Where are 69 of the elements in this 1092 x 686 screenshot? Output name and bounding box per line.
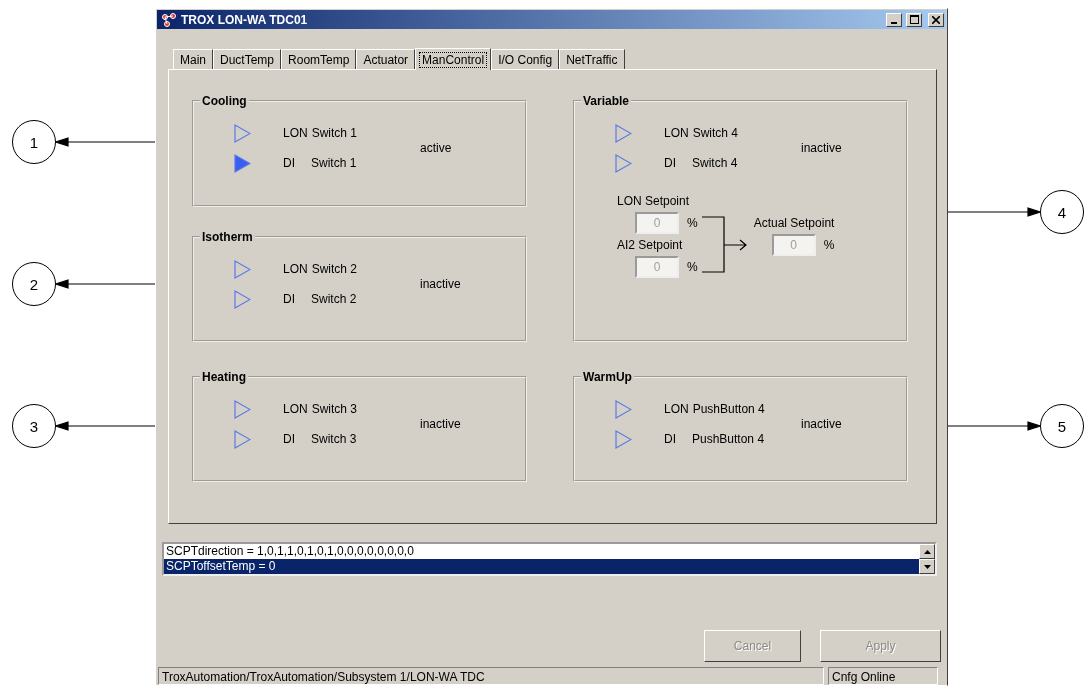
list-item[interactable]: SCPToffsetTemp = 0 xyxy=(164,559,919,574)
scroll-down-button[interactable] xyxy=(919,559,935,574)
tab[interactable]: DuctTemp xyxy=(213,49,282,69)
arrow-icon xyxy=(56,137,155,147)
switch-label: Switch 1 xyxy=(311,156,357,170)
minimize-icon xyxy=(891,21,897,24)
maximize-icon xyxy=(909,15,919,24)
group-title: Variable xyxy=(582,94,631,108)
switch-label: PushButton 4 xyxy=(692,432,765,446)
window-title: TROX LON-WA TDC01 xyxy=(181,12,309,27)
tab[interactable]: NetTraffic xyxy=(559,49,625,69)
group-title: Cooling xyxy=(201,94,248,108)
minimize-button[interactable] xyxy=(886,12,902,27)
source-label: LON xyxy=(664,126,689,140)
callout-number: 5 xyxy=(1040,404,1084,448)
close-button[interactable] xyxy=(928,12,944,27)
source-label: DI xyxy=(664,432,677,446)
switch-label: Switch 4 xyxy=(692,156,738,170)
switch-label: Switch 3 xyxy=(311,402,358,416)
setpoint-label: LON Setpoint xyxy=(617,194,691,210)
source-label: LON xyxy=(283,126,308,140)
scroll-up-button[interactable] xyxy=(919,544,935,559)
tab[interactable]: Actuator xyxy=(356,49,416,69)
setpoint-label: Actual Setpoint xyxy=(753,216,835,232)
group-title: WarmUp xyxy=(582,370,633,384)
setpoint-label: AI2 Setpoint xyxy=(617,238,684,254)
status-text: inactive xyxy=(420,277,461,291)
switch-label: PushButton 4 xyxy=(692,402,765,416)
status-text: inactive xyxy=(801,417,842,431)
source-label: LON xyxy=(283,262,308,276)
tab[interactable]: Main xyxy=(173,49,213,69)
caret-up-icon xyxy=(923,549,931,554)
switch-label: Switch 3 xyxy=(311,432,357,446)
switch-label: Switch 2 xyxy=(311,292,357,306)
unit-label: % xyxy=(687,260,698,274)
status-text: inactive xyxy=(801,141,842,155)
callout-number: 2 xyxy=(12,262,56,306)
status-text: Cnfg Online xyxy=(828,667,938,685)
close-icon xyxy=(932,15,940,24)
arrow-icon xyxy=(56,421,155,431)
callout-number: 4 xyxy=(1040,190,1084,234)
caret-down-icon xyxy=(923,564,931,569)
switch-label: Switch 1 xyxy=(311,126,358,140)
switch-label: Switch 2 xyxy=(311,262,358,276)
switch-label: Switch 4 xyxy=(692,126,739,140)
source-label: DI xyxy=(283,292,296,306)
status-text: inactive xyxy=(420,417,461,431)
tab[interactable]: RoomTemp xyxy=(281,49,357,69)
maximize-button[interactable] xyxy=(906,12,922,27)
arrow-icon xyxy=(948,207,1040,217)
unit-label: % xyxy=(823,238,835,252)
source-label: DI xyxy=(283,156,296,170)
merge-arrow-icon xyxy=(701,216,748,274)
tab[interactable]: I/O Config xyxy=(491,49,560,69)
nodes-icon xyxy=(161,12,177,27)
status-text: TroxAutomation/TroxAutomation/Subsystem 1/LON-WA TDC xyxy=(158,667,824,685)
arrow-icon xyxy=(56,279,155,289)
tab[interactable]: ManControl xyxy=(415,48,492,70)
arrow-icon xyxy=(948,421,1040,431)
group-title: Isotherm xyxy=(201,230,254,244)
group-title: Heating xyxy=(201,370,247,384)
callout-number: 3 xyxy=(12,404,56,448)
source-label: LON xyxy=(283,402,308,416)
status-text: active xyxy=(420,141,452,155)
source-label: DI xyxy=(664,156,677,170)
source-label: DI xyxy=(283,432,296,446)
unit-label: % xyxy=(687,216,698,230)
callout-number: 1 xyxy=(12,120,56,164)
source-label: LON xyxy=(664,402,689,416)
